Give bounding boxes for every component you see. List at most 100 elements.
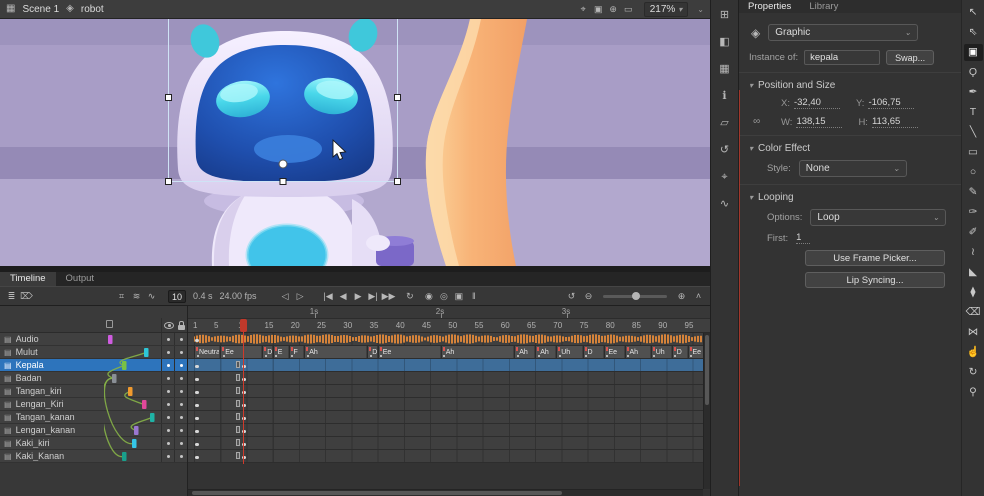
timeline-zoom-slider[interactable]	[603, 295, 667, 298]
frame-ruler[interactable]: 15101520253035404550556065707580859095	[188, 319, 710, 333]
frames-Badan[interactable]	[188, 372, 710, 385]
tab-properties[interactable]: Properties	[748, 1, 791, 12]
layer-visibility-lock-dots[interactable]	[161, 424, 187, 436]
layer-row-Tangan_kanan[interactable]: ▤Tangan_kanan	[0, 411, 187, 424]
camera-icon[interactable]: ⌗	[115, 287, 128, 305]
pen-tool[interactable]: ✒	[964, 84, 983, 101]
playhead[interactable]	[243, 319, 245, 464]
mouth-segment[interactable]: Uh	[651, 346, 671, 358]
frames-Kaki_Kanan[interactable]	[188, 450, 710, 463]
eyedropper-tool[interactable]: ⧫	[964, 284, 983, 301]
frames-Kaki_kiri[interactable]	[188, 437, 710, 450]
frame-span-end[interactable]	[236, 413, 240, 420]
keyframe[interactable]	[195, 430, 199, 434]
instance-name-field[interactable]: kepala	[804, 50, 880, 65]
timeline-horizontal-scrollbar[interactable]	[188, 489, 703, 496]
zoom-tool[interactable]: ⚲	[964, 384, 983, 401]
w-value[interactable]: 138,15	[796, 116, 842, 128]
frame-rate-label[interactable]: 24.00 fps	[220, 291, 257, 301]
frame-span-end[interactable]	[236, 452, 240, 459]
keyframe[interactable]	[195, 404, 199, 408]
oval-tool[interactable]: ○	[964, 164, 983, 181]
onion-skin-outlines-icon[interactable]: ◎	[437, 287, 450, 305]
layer-visibility-lock-dots[interactable]	[161, 411, 187, 423]
keyframe[interactable]	[195, 456, 199, 460]
frames-Mulut[interactable]: NeutralEeDEFAhDEeAhAhAhUhDEeAhUhDEe	[188, 346, 710, 359]
selection-tool[interactable]: ↖	[964, 4, 983, 21]
layer-visibility-lock-dots[interactable]	[161, 333, 187, 345]
frames-panel[interactable]: 1s2s3s 151015202530354045505560657075808…	[188, 306, 710, 496]
swap-button[interactable]: Swap...	[886, 50, 934, 65]
frame-span-end[interactable]	[236, 426, 240, 433]
frame-span-end[interactable]	[236, 361, 240, 368]
clip-content-icon[interactable]: ▭	[622, 0, 635, 18]
zoom-out-icon[interactable]: ⊖	[582, 287, 595, 305]
delete-layer-icon[interactable]: ⌦	[20, 287, 33, 305]
keyframe[interactable]	[195, 443, 199, 447]
free-transform-tool[interactable]: ▣	[964, 44, 983, 61]
mouth-segment[interactable]: F	[289, 346, 304, 358]
reset-timeline-zoom-icon[interactable]: ↺	[565, 287, 578, 305]
section-position-size[interactable]: ▾ Position and Size	[749, 80, 951, 91]
mouth-segment[interactable]: Uh	[556, 346, 581, 358]
keyframe[interactable]	[195, 417, 199, 421]
collapse-icon[interactable]: ˄	[692, 287, 705, 305]
keyframe[interactable]	[195, 339, 199, 343]
frames-Tangan_kiri[interactable]	[188, 385, 710, 398]
playhead-handle[interactable]	[240, 319, 247, 332]
section-color-effect[interactable]: ▾ Color Effect	[749, 143, 951, 154]
layer-row-Tangan_kiri[interactable]: ▤Tangan_kiri	[0, 385, 187, 398]
edit-symbols-icon[interactable]: ▣	[592, 0, 605, 18]
mouth-segment[interactable]: D	[583, 346, 603, 358]
timeline-vertical-scrollbar[interactable]	[703, 333, 710, 489]
section-looping[interactable]: ▾ Looping	[749, 192, 951, 203]
swatches-panel-icon[interactable]: ▦	[716, 61, 734, 77]
layer-row-Lengan_kanan[interactable]: ▤Lengan_kanan	[0, 424, 187, 437]
info-panel-icon[interactable]: ℹ	[716, 88, 734, 104]
layer-visibility-lock-dots[interactable]	[161, 398, 187, 410]
rotation-tool[interactable]: ↻	[964, 364, 983, 381]
layer-row-Audio[interactable]: ▤Audio	[0, 333, 187, 346]
first-frame-value[interactable]: 1	[796, 232, 810, 244]
x-value[interactable]: -32,40	[794, 97, 840, 109]
show-hide-all-icon[interactable]	[164, 322, 174, 329]
keyframe[interactable]	[195, 378, 199, 382]
collapse-stagebar-icon[interactable]: ⌄	[697, 5, 704, 14]
loop-playback-icon[interactable]: ↻	[403, 287, 416, 305]
frame-span-end[interactable]	[236, 400, 240, 407]
lasso-tool[interactable]: Ϙ	[964, 64, 983, 81]
camera-icon[interactable]: ⌖	[577, 0, 590, 18]
layer-row-Kaki_Kanan[interactable]: ▤Kaki_Kanan	[0, 450, 187, 463]
modify-markers-icon[interactable]: ‖	[467, 287, 480, 305]
symbol-breadcrumb[interactable]: robot	[81, 4, 104, 15]
mouth-segment[interactable]: Neutral	[194, 346, 219, 358]
color-style-dropdown[interactable]: None ⌄	[799, 160, 907, 177]
frames-Lengan_Kiri[interactable]	[188, 398, 710, 411]
motion-editor-panel-icon[interactable]: ∿	[716, 196, 734, 212]
subselection-tool[interactable]: ⇖	[964, 24, 983, 41]
y-value[interactable]: -106,75	[868, 97, 914, 109]
keyframe[interactable]	[195, 391, 199, 395]
hand-tool[interactable]: ☝	[964, 344, 983, 361]
mouth-segment[interactable]: Ah	[625, 346, 650, 358]
mouth-segment[interactable]: D	[262, 346, 272, 358]
classic-brush-tool[interactable]: ✐	[964, 224, 983, 241]
layer-visibility-lock-dots[interactable]	[161, 450, 187, 462]
go-to-first-frame-icon[interactable]: |◀	[322, 287, 335, 305]
frame-span-end[interactable]	[236, 374, 240, 381]
go-to-last-frame-icon[interactable]: ▶▶	[382, 287, 396, 305]
bone-tool[interactable]: ≀	[964, 244, 983, 261]
zoom-level-dropdown[interactable]: 217% ▾	[644, 2, 689, 17]
camera-panel-icon[interactable]: ⌖	[716, 169, 734, 185]
width-tool[interactable]: ⋈	[964, 324, 983, 341]
transform-panel-icon[interactable]: ▱	[716, 115, 734, 131]
layer-visibility-lock-dots[interactable]	[161, 437, 187, 449]
layer-row-Lengan_Kiri[interactable]: ▤Lengan_Kiri	[0, 398, 187, 411]
color-panel-icon[interactable]: ◧	[716, 34, 734, 50]
layer-row-Kepala[interactable]: ▤Kepala	[0, 359, 187, 372]
onion-skin-icon[interactable]: ◉	[422, 287, 435, 305]
paint-bucket-tool[interactable]: ◣	[964, 264, 983, 281]
frame-span-end[interactable]	[236, 439, 240, 446]
loop-options-dropdown[interactable]: Loop ⌄	[810, 209, 946, 226]
lock-all-icon[interactable]	[178, 325, 185, 330]
